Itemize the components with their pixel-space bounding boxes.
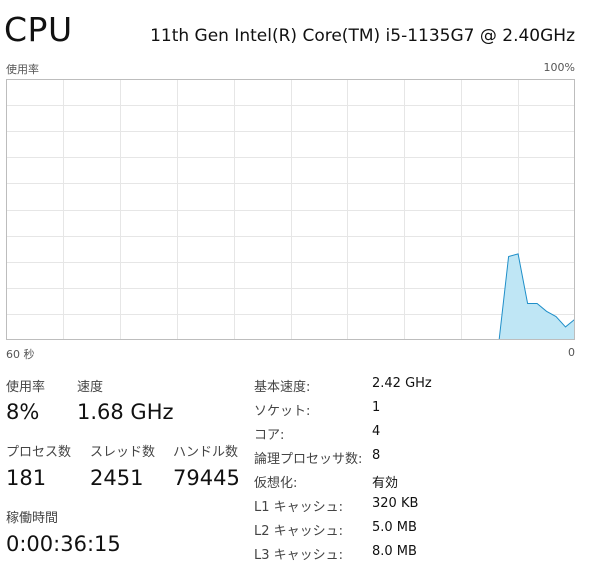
detail-label-l3-cache: L3 キャッシュ: xyxy=(254,548,344,563)
graph-y-max-label: 100% xyxy=(543,61,575,74)
detail-label-base-speed: 基本速度: xyxy=(254,380,311,395)
uptime-label: 稼働時間 xyxy=(6,511,59,526)
processes-value: 181 xyxy=(6,466,47,490)
detail-value-l3-cache: 8.0 MB xyxy=(372,544,417,559)
processes-label: プロセス数 xyxy=(6,445,72,460)
speed-value: 1.68 GHz xyxy=(77,400,174,424)
detail-value-logical-processors: 8 xyxy=(372,448,381,463)
threads-value: 2451 xyxy=(90,466,144,490)
cpu-usage-graph-svg xyxy=(6,79,575,340)
detail-value-sockets: 1 xyxy=(372,400,381,415)
detail-value-l2-cache: 5.0 MB xyxy=(372,520,417,535)
detail-label-l1-cache: L1 キャッシュ: xyxy=(254,500,344,515)
detail-label-logical-processors: 論理プロセッサ数: xyxy=(254,452,363,467)
graph-grid xyxy=(6,79,575,340)
detail-label-l2-cache: L2 キャッシュ: xyxy=(254,524,344,539)
handles-label: ハンドル数 xyxy=(173,445,239,460)
usage-line xyxy=(6,253,575,340)
processor-model: 11th Gen Intel(R) Core(TM) i5-1135G7 @ 2… xyxy=(150,26,575,46)
graph-border xyxy=(6,79,575,340)
usage-label: 使用率 xyxy=(6,380,46,395)
usage-area-fill xyxy=(6,253,575,340)
detail-label-sockets: ソケット: xyxy=(254,404,311,419)
graph-x-left-label: 60 秒 xyxy=(6,348,35,361)
page-title: CPU xyxy=(4,10,73,49)
detail-value-cores: 4 xyxy=(372,424,381,439)
detail-value-virtualization: 有効 xyxy=(372,476,399,491)
graph-x-right-label: 0 xyxy=(568,346,575,359)
speed-label: 速度 xyxy=(77,380,104,395)
usage-value: 8% xyxy=(6,400,40,424)
graph-y-label: 使用率 xyxy=(6,63,39,76)
detail-label-cores: コア: xyxy=(254,428,285,443)
uptime-value: 0:00:36:15 xyxy=(6,532,121,556)
detail-value-l1-cache: 320 KB xyxy=(372,496,419,511)
threads-label: スレッド数 xyxy=(90,445,156,460)
handles-value: 79445 xyxy=(173,466,240,490)
detail-value-base-speed: 2.42 GHz xyxy=(372,376,432,391)
cpu-usage-graph xyxy=(6,79,575,340)
detail-label-virtualization: 仮想化: xyxy=(254,476,298,491)
